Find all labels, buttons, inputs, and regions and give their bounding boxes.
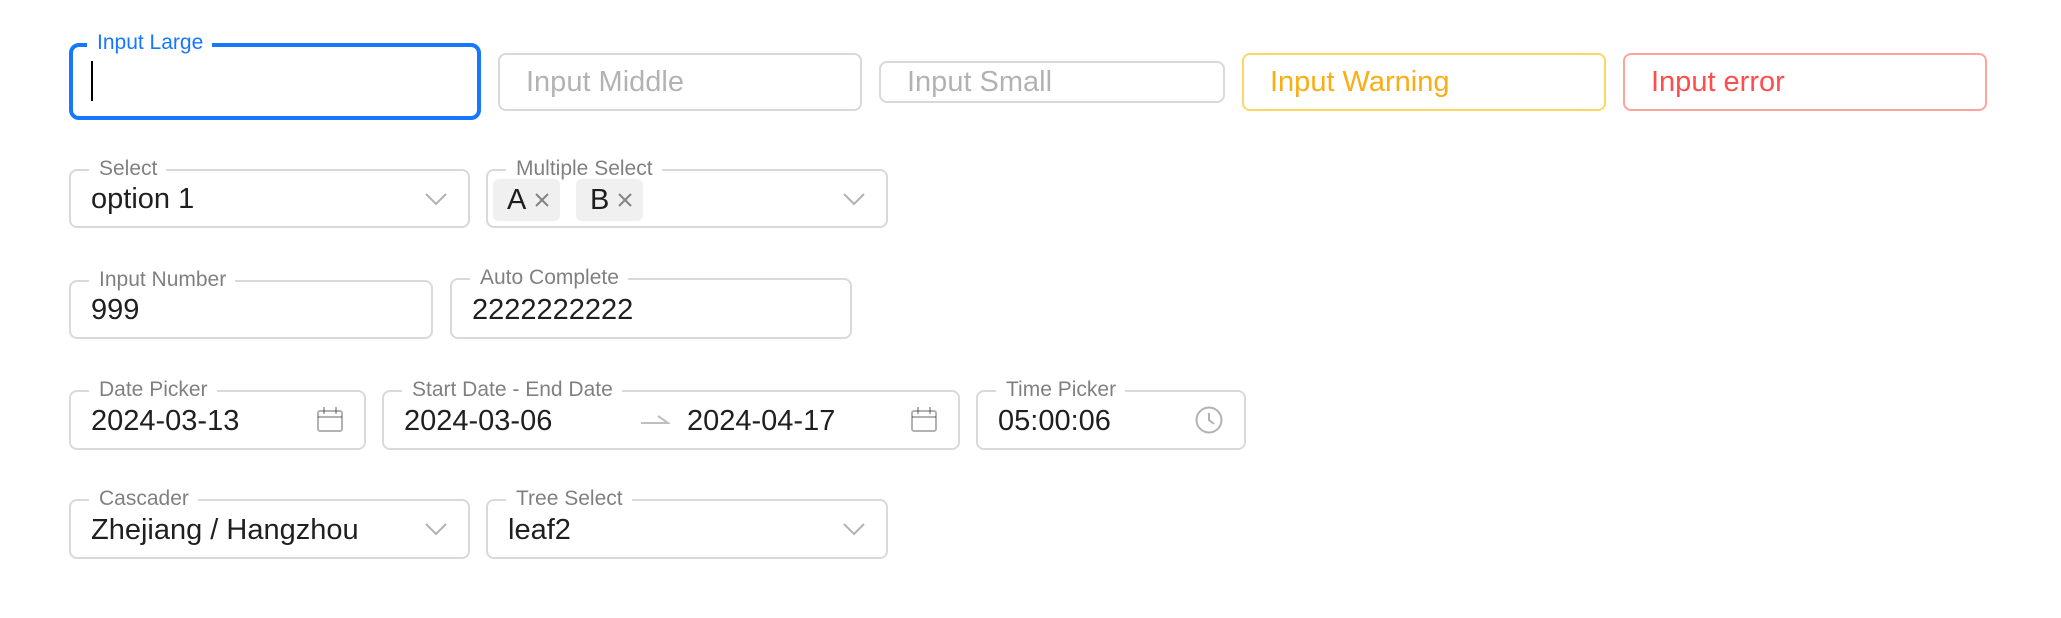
swap-arrow-icon bbox=[640, 413, 672, 427]
clock-icon bbox=[1194, 405, 1224, 435]
input-error-placeholder: Input error bbox=[1651, 66, 1785, 98]
close-icon[interactable] bbox=[534, 192, 550, 208]
multiple-select-field[interactable]: Multiple Select A B bbox=[486, 156, 888, 228]
auto-complete-field[interactable]: Auto Complete 2222222222 bbox=[450, 265, 852, 339]
input-small[interactable]: Input Small bbox=[879, 61, 1225, 103]
input-large-label: Input Large bbox=[87, 30, 213, 56]
select-value: option 1 bbox=[91, 183, 195, 215]
time-picker-field[interactable]: Time Picker 05:00:06 bbox=[976, 377, 1246, 450]
auto-complete-label: Auto Complete bbox=[470, 265, 628, 291]
input-number-value: 999 bbox=[91, 294, 140, 326]
input-large[interactable]: Input Large bbox=[69, 30, 481, 120]
time-picker-value: 05:00:06 bbox=[998, 405, 1111, 437]
chevron-down-icon bbox=[424, 192, 448, 206]
select-tag-label: B bbox=[590, 184, 610, 216]
time-picker-label: Time Picker bbox=[996, 377, 1126, 403]
calendar-icon bbox=[316, 406, 344, 434]
range-picker-field[interactable]: Start Date - End Date 2024-03-06 2024-04… bbox=[382, 377, 960, 450]
range-picker-label: Start Date - End Date bbox=[402, 377, 622, 403]
select-label: Select bbox=[89, 156, 167, 182]
select-tag-label: A bbox=[507, 184, 527, 216]
cascader-label: Cascader bbox=[89, 486, 198, 512]
chevron-down-icon bbox=[842, 522, 866, 536]
tree-select-value: leaf2 bbox=[508, 514, 571, 546]
cascader-value: Zhejiang / Hangzhou bbox=[91, 514, 359, 546]
chevron-down-icon bbox=[424, 522, 448, 536]
date-picker-value: 2024-03-13 bbox=[91, 405, 240, 437]
input-error[interactable]: Input error bbox=[1623, 53, 1987, 111]
range-start-value: 2024-03-06 bbox=[404, 405, 553, 437]
input-middle-placeholder: Input Middle bbox=[526, 66, 684, 98]
input-warning[interactable]: Input Warning bbox=[1242, 53, 1606, 111]
input-warning-placeholder: Input Warning bbox=[1270, 66, 1450, 98]
input-middle[interactable]: Input Middle bbox=[498, 53, 862, 111]
cascader-field[interactable]: Cascader Zhejiang / Hangzhou bbox=[69, 486, 470, 559]
input-number-field[interactable]: Input Number 999 bbox=[69, 267, 433, 339]
auto-complete-value: 2222222222 bbox=[472, 294, 634, 326]
select-tag: A bbox=[493, 179, 561, 221]
tree-select-field[interactable]: Tree Select leaf2 bbox=[486, 486, 888, 559]
select-field[interactable]: Select option 1 bbox=[69, 156, 470, 228]
close-icon[interactable] bbox=[617, 192, 633, 208]
select-tag: B bbox=[576, 179, 644, 221]
date-picker-label: Date Picker bbox=[89, 377, 217, 403]
input-small-placeholder: Input Small bbox=[907, 66, 1053, 98]
tree-select-label: Tree Select bbox=[506, 486, 632, 512]
input-number-label: Input Number bbox=[89, 267, 236, 293]
text-caret bbox=[91, 61, 93, 101]
range-end-value: 2024-04-17 bbox=[687, 405, 836, 437]
calendar-icon bbox=[910, 406, 938, 434]
date-picker-field[interactable]: Date Picker 2024-03-13 bbox=[69, 377, 366, 450]
chevron-down-icon bbox=[842, 192, 866, 206]
